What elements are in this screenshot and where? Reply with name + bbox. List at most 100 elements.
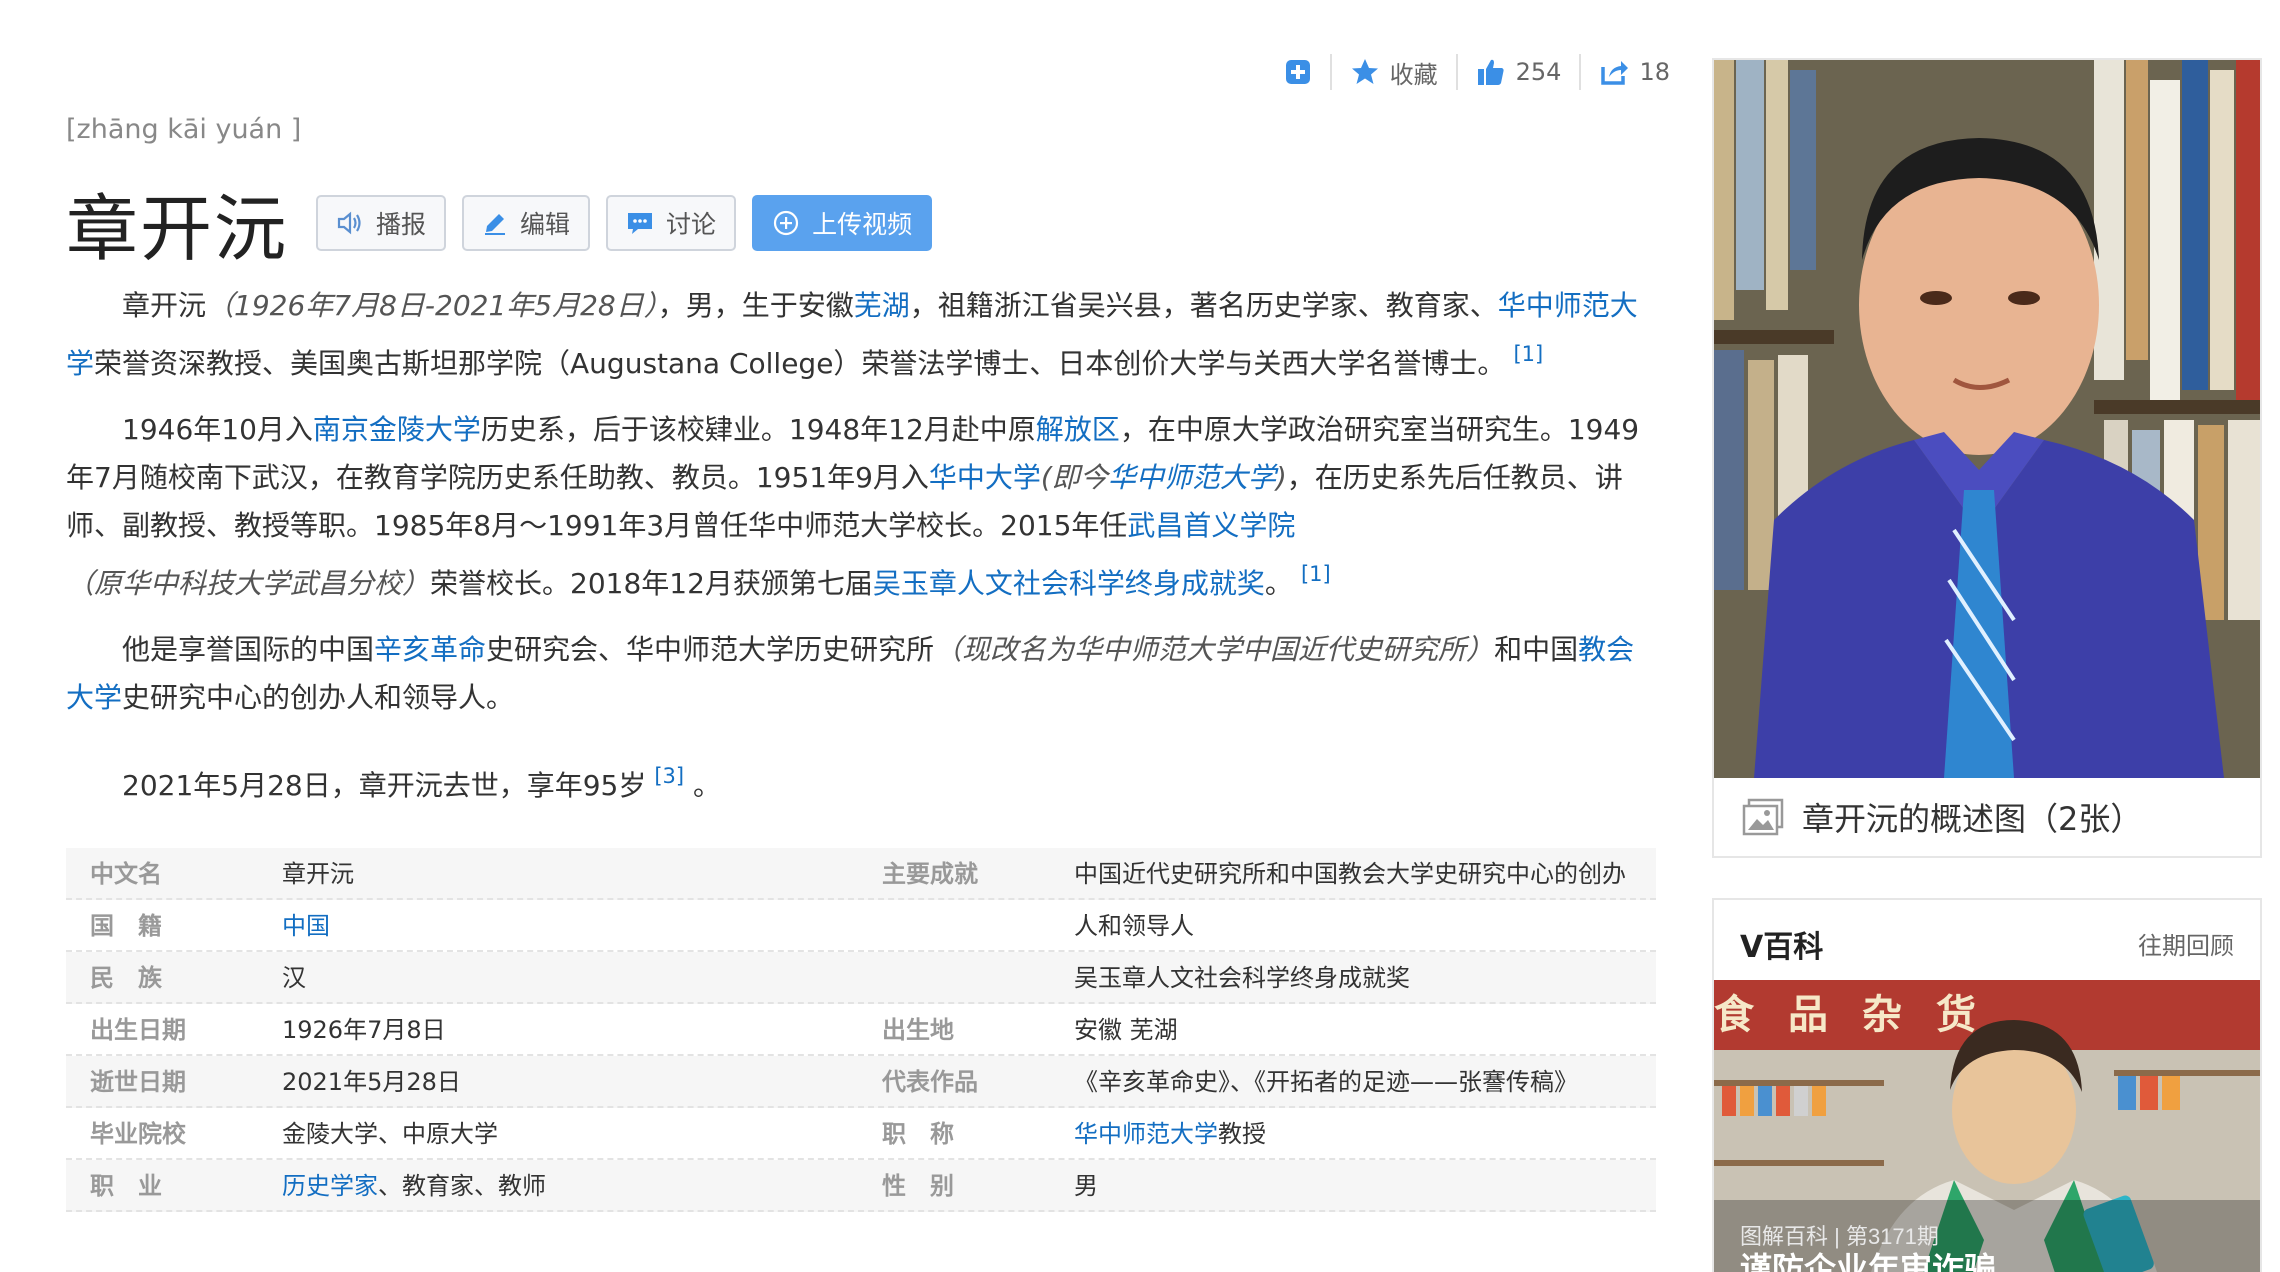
info-row: 逝世日期 2021年5月28日 代表作品 《辛亥革命史》、《开拓者的足迹——张謇传稿》 (66, 1056, 1656, 1108)
pinyin: [zhāng kāi yuán ] (66, 114, 302, 145)
citation-link[interactable]: [1] (1301, 562, 1331, 586)
add-icon (1285, 60, 1310, 84)
info-key: 逝世日期 (90, 1068, 186, 1096)
info-value: 中国 (282, 900, 330, 952)
shop-sign-text: 食品杂货 (1714, 993, 2010, 1037)
info-value: 华中师范大学教授 (1074, 1108, 1266, 1160)
career-paragraph: 1946年10月入南京金陵大学历史系，后于该校肄业。1948年12月赴中原解放区… (66, 406, 1646, 608)
info-value: 《辛亥革命史》、《开拓者的足迹——张謇传稿》 (1074, 1056, 1578, 1108)
info-row: 民 族 汉 吴玉章人文社会科学终身成就奖 (66, 952, 1656, 1004)
text-segment: 他是享誉国际的中国 (122, 633, 375, 666)
chat-icon (628, 212, 653, 234)
info-key: 主要成就 (882, 860, 978, 888)
info-value: 安徽 芜湖 (1074, 1004, 1178, 1056)
info-value: 金陵大学、中原大学 (282, 1108, 498, 1160)
share-button[interactable]: 18 (1579, 54, 1688, 90)
info-row: 出生日期 1926年7月8日 出生地 安徽 芜湖 (66, 1004, 1656, 1056)
text-segment: ，祖籍浙江省吴兴县，著名历史学家、教育家、 (909, 289, 1498, 322)
album-card[interactable]: 章开沅的概述图（2张） (1712, 58, 2262, 858)
info-key: 代表作品 (882, 1068, 978, 1096)
text-segment: 、教育家、教师 (378, 1172, 546, 1200)
entry-link[interactable]: 历史学家 (282, 1172, 378, 1200)
side-column: 章开沅的概述图（2张） V百科 往期回顾 食品杂货 图解百科 | 第3171期 … (1712, 58, 2262, 1272)
info-key: 职 业 (90, 1172, 162, 1200)
favorite-button[interactable]: 收藏 (1329, 54, 1456, 90)
info-value: 1926年7月8日 (282, 1004, 446, 1056)
video-series-label: 图解百科 | 第3171期 (1740, 1224, 1939, 1249)
star-icon (1351, 59, 1378, 84)
like-button[interactable]: 254 (1455, 54, 1580, 90)
italic-note: ) (1275, 461, 1287, 494)
image-album-icon (1742, 798, 1784, 836)
video-title: 谨防企业年审诈骗 (1740, 1251, 1996, 1272)
entry-link[interactable]: 芜湖 (854, 289, 910, 322)
basic-info-box: 中文名 章开沅 主要成就 中国近代史研究所和中国教会大学史研究中心的创办国 籍 中国 人和… (66, 848, 1656, 1212)
entry-link[interactable]: 华中大学 (929, 461, 1041, 494)
text-segment: 荣誉校长。2018年12月获颁第七届 (430, 567, 873, 600)
text-segment: 金陵大学、中原大学 (282, 1120, 498, 1148)
info-value: 中国近代史研究所和中国教会大学史研究中心的创办 (1074, 848, 1626, 900)
entry-link[interactable]: 吴玉章人文社会科学终身成就奖 (873, 567, 1265, 600)
text-segment: 安徽 芜湖 (1074, 1016, 1178, 1044)
album-caption-link[interactable]: 章开沅的概述图（2张） (1714, 778, 2260, 856)
entry-link[interactable]: 南京金陵大学 (313, 413, 481, 446)
entry-link[interactable]: 华中师范大学 (1108, 461, 1276, 494)
citation-link[interactable]: [1] (1513, 342, 1543, 366)
info-value: 吴玉章人文社会科学终身成就奖 (1074, 952, 1410, 1004)
summary-paragraph: 章开沅（1926年7月8日-2021年5月28日），男，生于安徽芜湖，祖籍浙江省… (66, 282, 1646, 388)
entry-actions: 收藏 254 18 (1266, 52, 1688, 92)
text-segment: 历史系，后于该校肄业。1948年12月赴中原 (480, 413, 1036, 446)
edit-button[interactable]: 编辑 (462, 194, 591, 251)
text-segment: 章开沅 (122, 289, 207, 322)
citation-link[interactable]: [3] (654, 764, 684, 788)
upload-video-label: 上传视频 (812, 209, 913, 239)
upload-video-button[interactable]: 上传视频 (752, 194, 933, 251)
text-segment: 2021年5月28日 (282, 1068, 461, 1096)
v-baike-video-thumbnail[interactable]: 食品杂货 图解百科 | 第3171期 谨防企业年审诈骗 (1714, 980, 2260, 1272)
past-episodes-link[interactable]: 往期回顾 (2138, 926, 2234, 961)
share-count: 18 (1639, 58, 1670, 86)
text-segment: 荣誉资深教授、美国奥古斯坦那学院（Augustana College）荣誉法学博… (94, 347, 1506, 380)
text-segment: 中国近代史研究所和中国教会大学史研究中心的创办 (1074, 860, 1626, 888)
info-value: 人和领导人 (1074, 900, 1194, 952)
info-key: 职 称 (882, 1120, 954, 1148)
info-value: 2021年5月28日 (282, 1056, 461, 1108)
info-value: 章开沅 (282, 848, 354, 900)
italic-note: (即今 (1040, 461, 1108, 494)
text-segment: 。 (684, 769, 721, 802)
info-key: 出生地 (882, 1016, 954, 1044)
info-value: 历史学家、教育家、教师 (282, 1160, 546, 1212)
info-key: 中文名 (90, 860, 162, 888)
text-segment: 和中国 (1494, 633, 1579, 666)
thumbs-up-icon (1477, 59, 1504, 85)
text-segment: 史研究中心的创办人和领导人。 (122, 681, 515, 714)
album-caption: 章开沅的概述图（2张） (1802, 800, 2143, 838)
info-row: 中文名 章开沅 主要成就 中国近代史研究所和中国教会大学史研究中心的创办 (66, 848, 1656, 900)
info-key: 出生日期 (90, 1016, 186, 1044)
text-segment: 史研究会、华中师范大学历史研究所 (486, 633, 935, 666)
entry-link[interactable]: 华中师范大学 (1074, 1120, 1218, 1148)
info-row: 毕业院校 金陵大学、中原大学 职 称 华中师范大学教授 (66, 1108, 1656, 1160)
text-segment: 汉 (282, 964, 306, 992)
entry-link[interactable]: 中国 (282, 912, 330, 940)
entry-link[interactable]: 武昌首义学院 (1127, 509, 1295, 542)
add-button[interactable] (1266, 54, 1330, 90)
entry-link[interactable]: 辛亥革命 (374, 633, 486, 666)
info-key: 国 籍 (90, 912, 162, 940)
v-baike-card: V百科 往期回顾 食品杂货 图解百科 | 第3171期 谨防企业年审诈骗 (1712, 898, 2262, 1272)
broadcast-button[interactable]: 播报 (316, 194, 447, 251)
discuss-button[interactable]: 讨论 (606, 194, 737, 251)
italic-note: （1926年7月8日-2021年5月28日） (206, 289, 658, 322)
text-segment: 吴玉章人文社会科学终身成就奖 (1074, 964, 1410, 992)
entry-link[interactable]: 解放区 (1036, 413, 1120, 446)
info-key: 民 族 (90, 964, 162, 992)
portrait-photo[interactable] (1714, 60, 2260, 778)
text-segment: 2021年5月28日，章开沅去世，享年95岁 (122, 769, 647, 802)
main-column: 收藏 254 18 [zhāng kāi yuán ] 章开沅 播报 编辑 讨论… (66, 0, 1670, 1272)
share-icon (1601, 61, 1629, 85)
v-baike-header: V百科 往期回顾 (1714, 900, 2260, 980)
text-segment: 章开沅 (282, 860, 354, 888)
title-row: 章开沅 播报 编辑 讨论 上传视频 (66, 170, 933, 275)
info-key: 毕业院校 (90, 1120, 186, 1148)
italic-note: （原华中科技大学武昌分校） (66, 567, 431, 600)
